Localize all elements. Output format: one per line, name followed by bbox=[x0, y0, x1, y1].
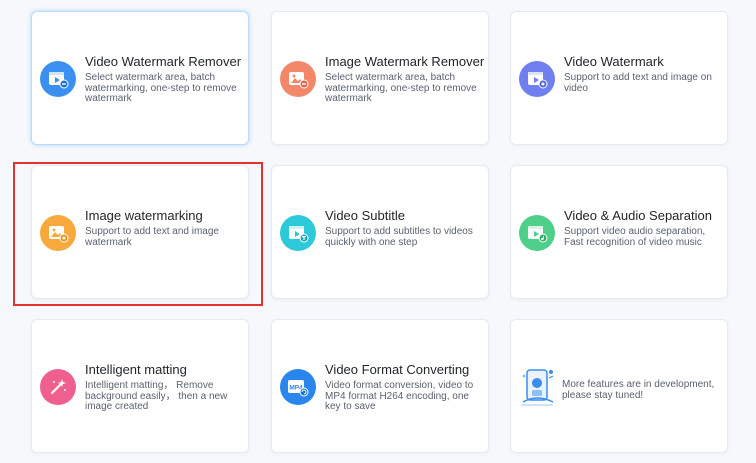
card-title: Intelligent matting bbox=[85, 362, 187, 377]
coming-soon-illustration bbox=[519, 364, 559, 408]
video-watermark-icon bbox=[519, 61, 555, 97]
card-description: Support to add text and image on video bbox=[564, 72, 712, 94]
card-video-format-converting[interactable]: MP4 Video Format Converting Video format… bbox=[271, 319, 489, 453]
card-intelligent-matting[interactable]: Intelligent matting Intelligent matting，… bbox=[31, 319, 249, 453]
card-image-watermark-remover[interactable]: Image Watermark Remover Select watermark… bbox=[271, 11, 489, 145]
image-watermark-icon bbox=[40, 215, 76, 251]
card-description: Support to add subtitles to videos quick… bbox=[325, 226, 473, 248]
card-title: Image watermarking bbox=[85, 208, 203, 223]
card-description: Video format conversion, video to MP4 fo… bbox=[325, 380, 474, 412]
image-eraser-icon bbox=[280, 61, 316, 97]
feature-grid: Video Watermark Remover Select watermark… bbox=[0, 0, 756, 463]
card-title: Video Format Converting bbox=[325, 362, 470, 377]
card-title: Video Subtitle bbox=[325, 208, 405, 223]
mp4-convert-icon: MP4 bbox=[280, 369, 316, 405]
video-subtitle-icon bbox=[280, 215, 316, 251]
card-video-audio-separation[interactable]: Video & Audio Separation Support video a… bbox=[510, 165, 728, 299]
card-more-features: More features are in development, please… bbox=[510, 319, 728, 453]
card-video-watermark-remover[interactable]: Video Watermark Remover Select watermark… bbox=[31, 11, 249, 145]
card-description: More features are in development, please… bbox=[562, 379, 715, 401]
audio-separation-icon bbox=[519, 215, 555, 251]
card-video-watermark[interactable]: Video Watermark Support to add text and … bbox=[510, 11, 728, 145]
card-title: Video & Audio Separation bbox=[564, 208, 712, 223]
magic-wand-icon bbox=[40, 369, 76, 405]
card-video-subtitle[interactable]: Video Subtitle Support to add subtitles … bbox=[271, 165, 489, 299]
card-description: Support video audio separation, Fast rec… bbox=[564, 226, 706, 248]
video-eraser-icon bbox=[40, 61, 76, 97]
card-description: Support to add text and image watermark bbox=[85, 226, 219, 248]
card-image-watermarking[interactable]: Image watermarking Support to add text a… bbox=[31, 165, 249, 299]
card-title: Video Watermark bbox=[564, 54, 664, 69]
card-title: Image Watermark Remover bbox=[325, 54, 485, 69]
card-title: Video Watermark Remover bbox=[85, 54, 242, 69]
card-description: Intelligent matting， Remove background e… bbox=[85, 380, 228, 412]
card-description: Select watermark area, batch watermarkin… bbox=[325, 72, 477, 104]
card-description: Select watermark area, batch watermarkin… bbox=[85, 72, 237, 104]
